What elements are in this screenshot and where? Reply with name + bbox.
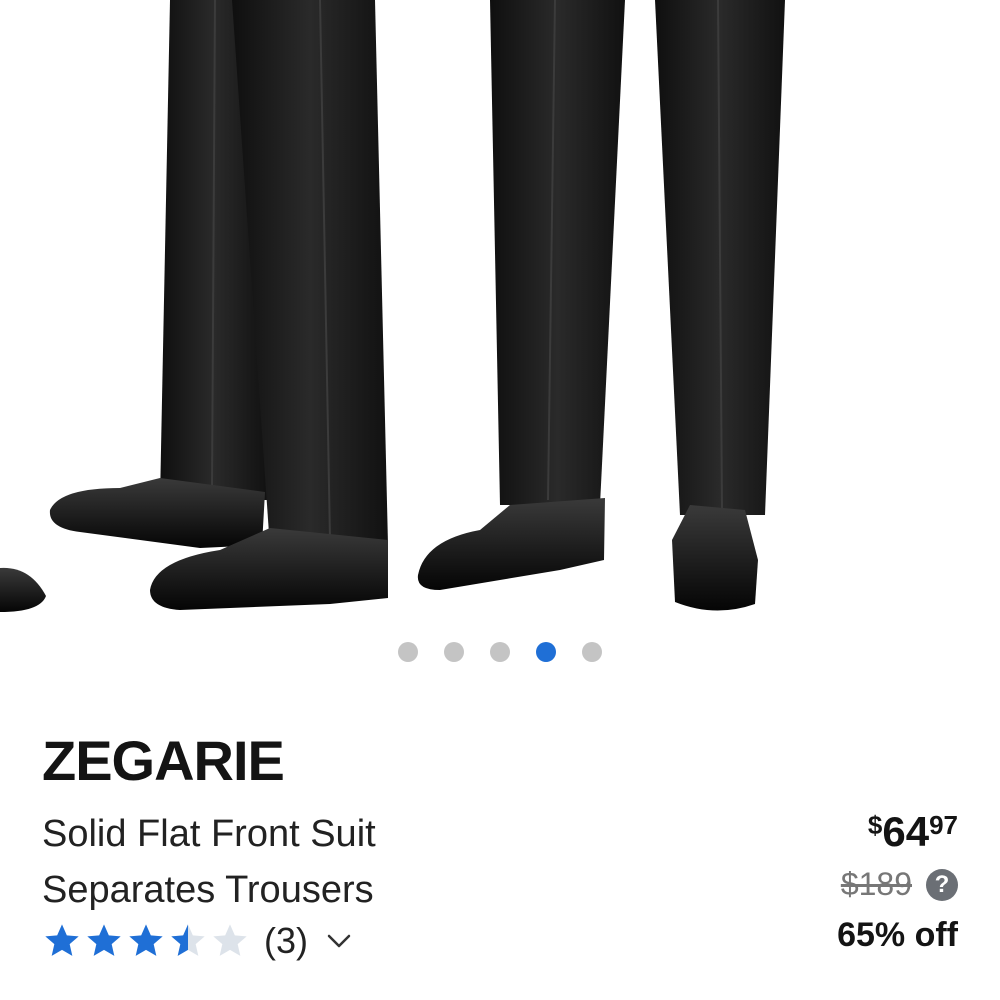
product-title-line-1: Solid Flat Front Suit bbox=[42, 813, 376, 855]
carousel-dot-2[interactable] bbox=[444, 642, 464, 662]
carousel-dot-5[interactable] bbox=[582, 642, 602, 662]
star-icon bbox=[45, 924, 79, 956]
original-price-row: $189 ? bbox=[841, 866, 958, 903]
chevron-down-icon[interactable] bbox=[324, 926, 354, 956]
current-price: $ 64 97 bbox=[868, 808, 958, 856]
empty-star-icon bbox=[213, 924, 247, 956]
trousers-photo bbox=[0, 0, 785, 612]
half-star-icon bbox=[171, 924, 205, 956]
product-title-line-2: Separates Trousers bbox=[42, 869, 374, 911]
question-mark-icon[interactable]: ? bbox=[926, 868, 958, 901]
price-dollars: 64 bbox=[882, 808, 930, 855]
discount-badge: 65% off bbox=[837, 916, 958, 954]
carousel-dot-1[interactable] bbox=[398, 642, 418, 662]
carousel-dot-3[interactable] bbox=[490, 642, 510, 662]
product-title: Solid Flat Front Suit Separates Trousers bbox=[42, 806, 562, 918]
price-cents: 97 bbox=[929, 810, 958, 840]
price-currency: $ bbox=[867, 810, 883, 840]
star-icon bbox=[87, 924, 121, 956]
star-icon bbox=[129, 924, 163, 956]
rating-summary[interactable]: (3) bbox=[42, 920, 354, 962]
review-count: (3) bbox=[264, 920, 308, 961]
carousel-dot-4[interactable] bbox=[536, 642, 556, 662]
product-image[interactable] bbox=[0, 0, 1000, 620]
carousel-dots bbox=[0, 642, 1000, 662]
original-price: $189 bbox=[840, 866, 912, 902]
brand-name[interactable]: ZEGARIE bbox=[42, 728, 285, 793]
